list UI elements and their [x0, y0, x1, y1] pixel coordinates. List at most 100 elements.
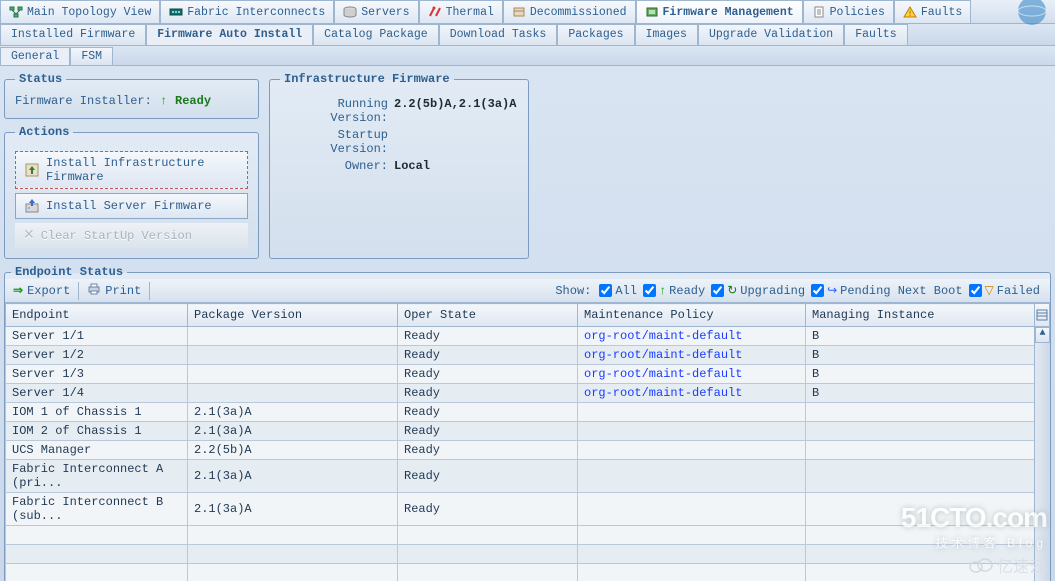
table-row[interactable]: UCS Manager2.2(5b)AReady: [6, 441, 1050, 460]
export-button[interactable]: ⇒ Export: [9, 281, 74, 300]
ready-arrow-icon: ↑: [659, 284, 666, 298]
cell: Ready: [398, 346, 578, 365]
filter-label: Upgrading: [740, 284, 805, 298]
cell: [188, 346, 398, 365]
main-tab-label: Decommissioned: [530, 6, 627, 19]
status-title: Status: [15, 72, 66, 86]
main-tab-thermal[interactable]: Thermal: [419, 0, 503, 23]
maintenance-policy-link[interactable]: org-root/maint-default: [578, 365, 806, 384]
endpoint-table: EndpointPackage VersionOper StateMainten…: [5, 303, 1050, 581]
main-tab-servers[interactable]: Servers: [334, 0, 418, 23]
filter-label: Failed: [997, 284, 1040, 298]
col-header-endpoint[interactable]: Endpoint: [6, 304, 188, 327]
sub-tab-firmware-auto-install[interactable]: Firmware Auto Install: [146, 24, 313, 45]
cell: [806, 460, 1050, 493]
cell-empty: [6, 526, 188, 545]
export-label: Export: [27, 284, 70, 298]
filter-label: Pending Next Boot: [840, 284, 962, 298]
column-settings-button[interactable]: [1034, 303, 1050, 327]
cell: B: [806, 365, 1050, 384]
filter-ready[interactable]: ↑ Ready: [643, 284, 705, 298]
infra-key: Startup Version:: [280, 128, 388, 156]
tert-tab-general[interactable]: General: [0, 47, 70, 65]
show-label: Show:: [555, 284, 591, 298]
cell: Ready: [398, 384, 578, 403]
sub-tab-catalog-package[interactable]: Catalog Package: [313, 24, 439, 45]
table-row[interactable]: Fabric Interconnect B (sub...2.1(3a)ARea…: [6, 493, 1050, 526]
infra-value: 2.2(5b)A,2.1(3a)A: [394, 97, 516, 125]
ready-arrow-icon: ↑: [160, 94, 167, 108]
endpoint-table-wrap: EndpointPackage VersionOper StateMainten…: [5, 303, 1050, 581]
cell: Ready: [398, 460, 578, 493]
filter-checkbox[interactable]: [711, 284, 724, 297]
main-tab-label: Faults: [921, 6, 962, 19]
filter-all[interactable]: All: [599, 284, 637, 298]
main-tab-firmware-management[interactable]: Firmware Management: [636, 0, 803, 23]
cell: B: [806, 346, 1050, 365]
filter-pending-next-boot[interactable]: ↪ Pending Next Boot: [811, 283, 962, 298]
filter-checkbox[interactable]: [811, 284, 824, 297]
cell: 2.1(3a)A: [188, 422, 398, 441]
maintenance-policy-link[interactable]: org-root/maint-default: [578, 384, 806, 403]
main-tab-fabric-interconnects[interactable]: Fabric Interconnects: [160, 0, 334, 23]
print-label: Print: [105, 284, 141, 298]
vertical-scrollbar[interactable]: ▲ ▼: [1034, 327, 1050, 581]
action-label: Install Infrastructure Firmware: [46, 156, 239, 184]
col-header-managing-instance[interactable]: Managing Instance: [806, 304, 1050, 327]
install-server-firmware-button[interactable]: Install Server Firmware: [15, 193, 248, 219]
table-row[interactable]: Fabric Interconnect A (pri...2.1(3a)ARea…: [6, 460, 1050, 493]
col-header-oper-state[interactable]: Oper State: [398, 304, 578, 327]
main-tab-policies[interactable]: Policies: [803, 0, 894, 23]
install-icon: [24, 198, 40, 214]
main-tab-main-topology-view[interactable]: Main Topology View: [0, 0, 160, 23]
table-row[interactable]: Server 1/2Readyorg-root/maint-defaultB: [6, 346, 1050, 365]
main-tab-decommissioned[interactable]: Decommissioned: [503, 0, 636, 23]
install-icon: [24, 162, 40, 178]
cell: IOM 2 of Chassis 1: [6, 422, 188, 441]
maintenance-policy-link[interactable]: org-root/maint-default: [578, 327, 806, 346]
cell-empty: [398, 564, 578, 581]
install-infrastructure-firmware-button[interactable]: Install Infrastructure Firmware: [15, 151, 248, 189]
col-header-maintenance-policy[interactable]: Maintenance Policy: [578, 304, 806, 327]
print-button[interactable]: Print: [83, 280, 145, 302]
table-row[interactable]: Server 1/4Readyorg-root/maint-defaultB: [6, 384, 1050, 403]
table-row[interactable]: Server 1/3Readyorg-root/maint-defaultB: [6, 365, 1050, 384]
table-row[interactable]: Server 1/1Readyorg-root/maint-defaultB: [6, 327, 1050, 346]
printer-icon: [87, 282, 101, 300]
table-row[interactable]: IOM 2 of Chassis 12.1(3a)AReady: [6, 422, 1050, 441]
sub-tab-packages[interactable]: Packages: [557, 24, 634, 45]
cell: [806, 422, 1050, 441]
table-row[interactable]: IOM 1 of Chassis 12.1(3a)AReady: [6, 403, 1050, 422]
cell: UCS Manager: [6, 441, 188, 460]
actions-title: Actions: [15, 125, 73, 139]
filter-checkbox[interactable]: [643, 284, 656, 297]
server-icon: [343, 6, 357, 18]
infra-key: Running Version:: [280, 97, 388, 125]
main-tab-label: Servers: [361, 6, 409, 19]
cell: Server 1/4: [6, 384, 188, 403]
filter-checkbox[interactable]: [599, 284, 612, 297]
filter-upgrading[interactable]: ↻ Upgrading: [711, 283, 805, 298]
cell-empty: [806, 545, 1050, 564]
col-header-package-version[interactable]: Package Version: [188, 304, 398, 327]
cell: 2.1(3a)A: [188, 460, 398, 493]
cell: [578, 403, 806, 422]
tertiary-tab-bar: GeneralFSM: [0, 46, 1055, 66]
decom-icon: [512, 6, 526, 18]
tert-tab-fsm[interactable]: FSM: [70, 47, 113, 65]
sub-tab-faults[interactable]: Faults: [844, 24, 907, 45]
infra-key: Owner:: [280, 159, 388, 173]
infra-row: Startup Version:: [280, 128, 518, 156]
cell-empty: [6, 564, 188, 581]
filter-checkbox[interactable]: [969, 284, 982, 297]
filter-failed[interactable]: ▽ Failed: [969, 283, 1040, 298]
cell-empty: [806, 526, 1050, 545]
sub-tab-installed-firmware[interactable]: Installed Firmware: [0, 24, 146, 45]
infra-title: Infrastructure Firmware: [280, 72, 454, 86]
maintenance-policy-link[interactable]: org-root/maint-default: [578, 346, 806, 365]
scroll-up-button[interactable]: ▲: [1035, 327, 1050, 343]
sub-tab-upgrade-validation[interactable]: Upgrade Validation: [698, 24, 844, 45]
sub-tab-download-tasks[interactable]: Download Tasks: [439, 24, 558, 45]
main-tab-faults[interactable]: !Faults: [894, 0, 971, 23]
sub-tab-images[interactable]: Images: [635, 24, 698, 45]
